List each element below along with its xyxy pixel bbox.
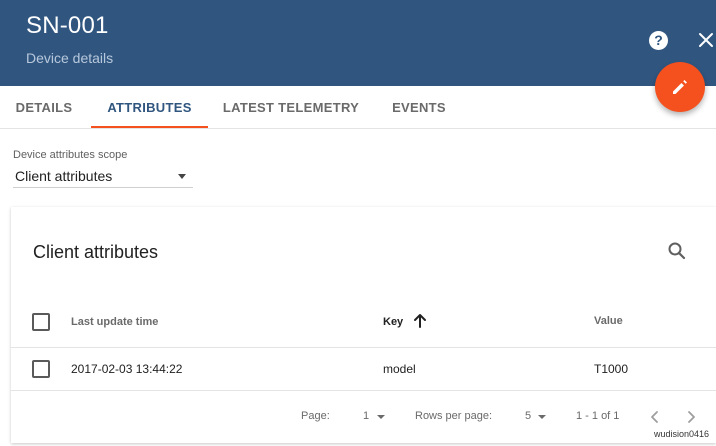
dropdown-arrow-icon	[377, 415, 385, 419]
close-icon[interactable]	[696, 30, 716, 50]
next-page-button[interactable]	[683, 409, 699, 425]
chevron-right-icon	[683, 409, 699, 430]
page-select[interactable]: 1	[363, 410, 387, 424]
search-icon[interactable]	[667, 241, 687, 261]
device-subtitle: Device details	[26, 50, 114, 66]
column-header-last-update-time[interactable]: Last update time	[71, 316, 158, 328]
tab-bar: DETAILS ATTRIBUTES LATEST TELEMETRY EVEN…	[0, 86, 716, 129]
page-label: Page:	[301, 410, 330, 422]
column-header-value[interactable]: Value	[594, 315, 623, 327]
tab-details[interactable]: DETAILS	[4, 86, 84, 129]
tab-attributes[interactable]: ATTRIBUTES	[91, 86, 208, 129]
rows-per-page-label: Rows per page:	[415, 410, 493, 422]
row-checkbox[interactable]	[32, 360, 50, 378]
dropdown-arrow-icon	[538, 415, 546, 419]
help-circle-icon[interactable]: ?	[649, 31, 668, 50]
previous-page-button[interactable]	[647, 409, 663, 425]
select-all-checkbox[interactable]	[32, 313, 50, 331]
scope-selected-value: Client attributes	[15, 168, 113, 184]
rows-per-page-select[interactable]: 5	[525, 410, 549, 424]
cell-last-update-time: 2017-02-03 13:44:22	[71, 362, 183, 376]
attributes-scope-select[interactable]: Client attributes	[13, 164, 193, 188]
dialog-header: SN-001 Device details ?	[0, 0, 716, 86]
header-divider	[11, 347, 716, 348]
row-divider	[11, 390, 716, 391]
sort-ascending-icon[interactable]	[411, 312, 429, 330]
page-value: 1	[363, 410, 370, 422]
watermark-text: wudision0416	[654, 429, 710, 439]
tab-events[interactable]: EVENTS	[380, 86, 458, 129]
active-tab-indicator	[91, 126, 208, 128]
column-header-key[interactable]: Key	[383, 316, 403, 328]
dropdown-arrow-icon	[178, 174, 186, 179]
attributes-table-card: Client attributes Last update time Key V…	[11, 207, 716, 443]
scope-label: Device attributes scope	[13, 149, 128, 161]
tab-latest-telemetry[interactable]: LATEST TELEMETRY	[215, 86, 367, 129]
chevron-left-icon	[647, 409, 663, 430]
rows-per-page-value: 5	[525, 410, 532, 422]
pagination-range: 1 - 1 of 1	[576, 410, 620, 422]
cell-key: model	[383, 362, 416, 376]
card-title: Client attributes	[33, 242, 159, 262]
cell-value: T1000	[594, 362, 629, 376]
device-title: SN-001	[26, 12, 109, 39]
